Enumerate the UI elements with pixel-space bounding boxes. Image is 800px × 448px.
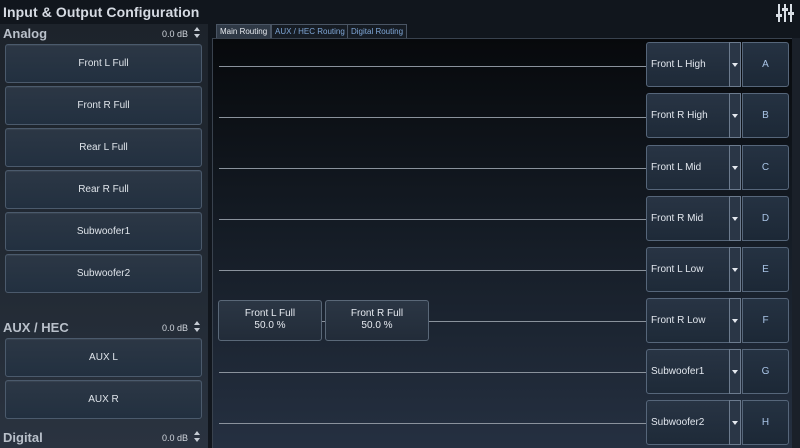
output-label-subwoofer2[interactable]: Subwoofer2 [646, 400, 730, 445]
chevron-down-icon [732, 216, 738, 221]
output-dropdown[interactable] [729, 196, 741, 241]
aux-section-title: AUX / HEC [3, 320, 69, 335]
input-button-front-l-full[interactable]: Front L Full [5, 44, 202, 83]
aux-gain-value: 0.0 dB [161, 323, 188, 333]
routing-source-name: Front L Full [244, 308, 296, 319]
output-label-front-r-low[interactable]: Front R Low [646, 298, 730, 343]
vertical-scrollbar[interactable] [792, 38, 800, 448]
output-dropdown[interactable] [729, 145, 741, 190]
output-channel-e[interactable]: E [742, 247, 789, 292]
output-channel-g[interactable]: G [742, 349, 789, 394]
route-line [219, 423, 646, 424]
output-channel-f[interactable]: F [742, 298, 789, 343]
route-line [219, 168, 646, 169]
routing-source-chip[interactable]: Front L Full 50.0 % [218, 300, 322, 341]
output-channel-d[interactable]: D [742, 196, 789, 241]
output-label-subwoofer1[interactable]: Subwoofer1 [646, 349, 730, 394]
output-label-front-l-high[interactable]: Front L High [646, 42, 730, 87]
routing-source-level: 50.0 % [361, 320, 393, 331]
app-title: Input & Output Configuration [3, 4, 200, 20]
output-dropdown[interactable] [729, 42, 741, 87]
output-dropdown[interactable] [729, 298, 741, 343]
input-button-front-r-full[interactable]: Front R Full [5, 86, 202, 125]
route-line [219, 372, 646, 373]
output-dropdown[interactable] [729, 93, 741, 138]
input-button-aux-r[interactable]: AUX R [5, 380, 202, 419]
output-dropdown[interactable] [729, 247, 741, 292]
input-button-aux-l[interactable]: AUX L [5, 338, 202, 377]
routing-source-name: Front R Full [350, 308, 404, 319]
chevron-down-icon [732, 267, 738, 272]
route-line [219, 270, 646, 271]
output-dropdown[interactable] [729, 349, 741, 394]
tab-main-routing[interactable]: Main Routing [216, 24, 272, 38]
input-button-rear-l-full[interactable]: Rear L Full [5, 128, 202, 167]
tab-aux-hec-routing[interactable]: AUX / HEC Routing [271, 24, 349, 38]
output-label-front-r-mid[interactable]: Front R Mid [646, 196, 730, 241]
route-line [219, 66, 646, 67]
route-line [219, 219, 646, 220]
chevron-down-icon [732, 113, 738, 118]
sliders-icon[interactable] [774, 2, 796, 24]
output-label-front-l-mid[interactable]: Front L Mid [646, 145, 730, 190]
input-panel: Analog 0.0 dB Front L Full Front R Full … [0, 24, 208, 448]
chevron-down-icon [732, 369, 738, 374]
digital-section-header: Digital 0.0 dB [0, 428, 208, 448]
input-button-rear-r-full[interactable]: Rear R Full [5, 170, 202, 209]
output-label-front-r-high[interactable]: Front R High [646, 93, 730, 138]
input-button-subwoofer2[interactable]: Subwoofer2 [5, 254, 202, 293]
chevron-down-icon [732, 62, 738, 67]
output-label-front-l-low[interactable]: Front L Low [646, 247, 730, 292]
input-button-subwoofer1[interactable]: Subwoofer1 [5, 212, 202, 251]
analog-section-header: Analog 0.0 dB [0, 24, 208, 44]
analog-section-title: Analog [3, 26, 48, 41]
output-dropdown[interactable] [729, 400, 741, 445]
digital-gain-spinner[interactable] [194, 431, 200, 443]
output-channel-b[interactable]: B [742, 93, 789, 138]
chevron-down-icon [732, 420, 738, 425]
output-channel-a[interactable]: A [742, 42, 789, 87]
chevron-down-icon [732, 318, 738, 323]
analog-gain-spinner[interactable] [194, 27, 200, 39]
aux-gain-spinner[interactable] [194, 321, 200, 333]
routing-source-chip[interactable]: Front R Full 50.0 % [325, 300, 429, 341]
digital-gain-value: 0.0 dB [161, 433, 188, 443]
chevron-down-icon [732, 165, 738, 170]
routing-source-level: 50.0 % [254, 320, 286, 331]
digital-section-title: Digital [3, 430, 43, 445]
output-channel-h[interactable]: H [742, 400, 789, 445]
route-line [219, 117, 646, 118]
analog-gain-value: 0.0 dB [161, 29, 188, 39]
output-channel-c[interactable]: C [742, 145, 789, 190]
aux-section-header: AUX / HEC 0.0 dB [0, 318, 208, 338]
tab-digital-routing[interactable]: Digital Routing [347, 24, 408, 38]
